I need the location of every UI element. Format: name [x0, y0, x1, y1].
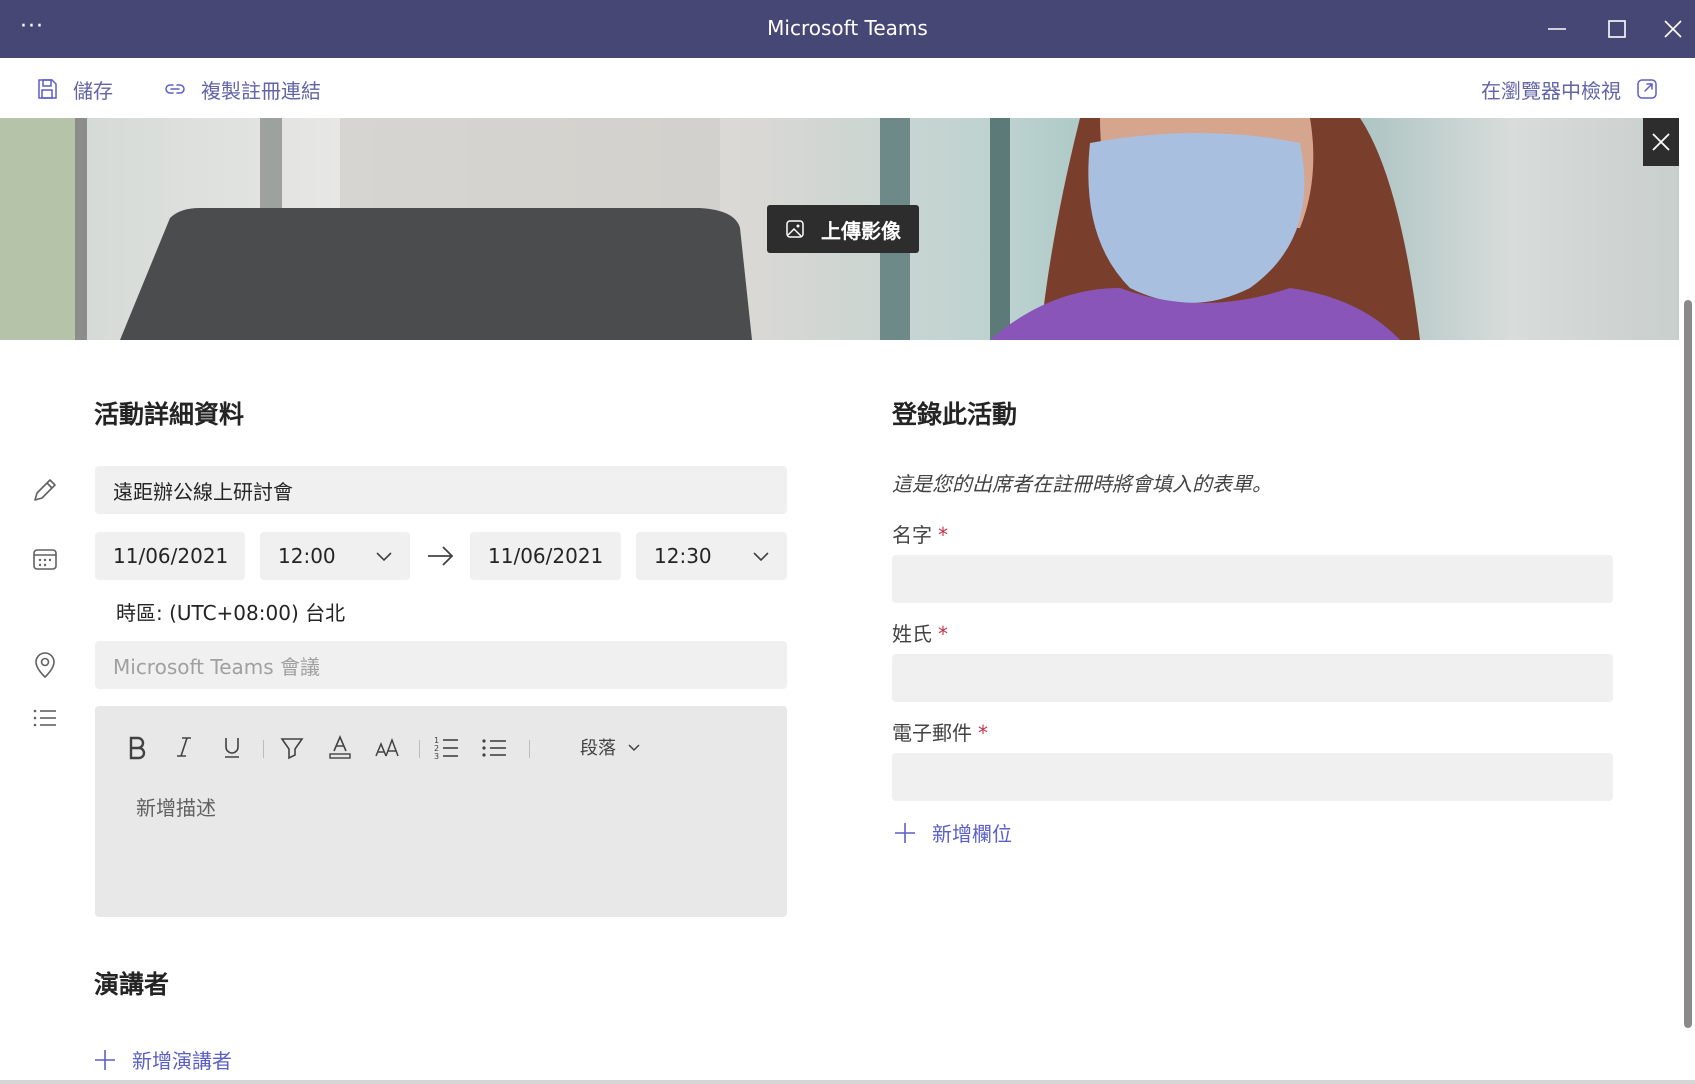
svg-text:3: 3 — [434, 752, 439, 761]
bottom-border — [0, 1080, 1695, 1084]
email-input[interactable] — [892, 753, 1613, 801]
location-input[interactable]: Microsoft Teams 會議 — [95, 641, 787, 689]
description-placeholder[interactable]: 新增描述 — [136, 792, 216, 821]
email-label: 電子郵件 * — [892, 721, 988, 745]
bulleted-list-icon — [482, 739, 506, 757]
required-marker: * — [938, 622, 948, 646]
minimize-icon — [1548, 28, 1566, 30]
copy-link-label: 複製註冊連結 — [201, 78, 321, 103]
timezone-label: 時區: (UTC+08:00) 台北 — [116, 601, 346, 625]
event-details-heading: 活動詳細資料 — [94, 400, 245, 429]
window-title: Microsoft Teams — [767, 16, 928, 40]
first-name-label: 名字 * — [892, 523, 948, 547]
upload-image-button[interactable]: 上傳影像 — [767, 205, 919, 253]
chevron-down-icon — [753, 552, 769, 562]
image-icon — [786, 220, 804, 238]
save-button[interactable]: 儲存 — [35, 74, 113, 104]
save-label: 儲存 — [73, 78, 113, 103]
copy-registration-link-button[interactable]: 複製註冊連結 — [163, 74, 321, 104]
description-editor[interactable]: 123 段落 新增描述 — [95, 706, 787, 917]
title-bar: ··· Microsoft Teams — [0, 0, 1695, 58]
start-date-input[interactable]: 11/06/2021 — [95, 532, 245, 580]
save-icon — [38, 79, 57, 99]
add-field-button[interactable]: 新增欄位 — [892, 818, 1012, 847]
open-external-icon — [1637, 79, 1657, 99]
numbered-list-icon: 123 — [434, 736, 458, 761]
highlight-button[interactable] — [275, 730, 309, 764]
plus-icon — [895, 822, 915, 843]
italic-icon — [177, 737, 191, 757]
registration-description: 這是您的出席者在註冊時將會填入的表單。 — [892, 472, 1272, 496]
minimize-button[interactable] — [1540, 12, 1574, 46]
last-name-input[interactable] — [892, 654, 1613, 702]
toolbar-separator — [529, 740, 530, 758]
list-icon — [30, 703, 60, 733]
maximize-icon — [1608, 20, 1626, 38]
underline-icon — [225, 738, 239, 758]
highlighter-icon — [280, 738, 304, 760]
underline-button[interactable] — [215, 730, 249, 764]
add-speaker-button[interactable]: 新增演講者 — [92, 1045, 232, 1074]
last-name-label: 姓氏 * — [892, 622, 948, 646]
close-button[interactable] — [1656, 12, 1690, 46]
end-time-select[interactable]: 12:30 — [636, 532, 787, 580]
end-time-value: 12:30 — [654, 544, 712, 568]
paragraph-style-dropdown[interactable]: 段落 — [580, 734, 642, 760]
upload-image-label: 上傳影像 — [821, 218, 901, 243]
first-name-input[interactable] — [892, 555, 1613, 603]
required-marker: * — [938, 523, 948, 547]
toolbar: 儲存 複製註冊連結 在瀏覽器中檢視 — [0, 58, 1695, 118]
link-icon — [165, 84, 185, 94]
paragraph-style-label: 段落 — [580, 738, 616, 759]
remove-banner-button[interactable] — [1643, 118, 1679, 166]
calendar-icon — [30, 544, 60, 574]
toolbar-separator — [419, 740, 420, 758]
plus-icon — [95, 1049, 115, 1070]
font-color-button[interactable] — [323, 730, 357, 764]
speakers-heading: 演講者 — [94, 970, 170, 999]
view-in-browser-button[interactable]: 在瀏覽器中檢視 — [1481, 74, 1659, 104]
start-time-value: 12:00 — [278, 544, 336, 568]
registration-heading: 登錄此活動 — [892, 400, 1018, 429]
location-icon — [30, 650, 60, 680]
required-marker: * — [978, 721, 988, 745]
chevron-down-icon — [628, 744, 640, 752]
bulleted-list-button[interactable] — [477, 730, 511, 764]
event-title-input[interactable]: 遠距辦公線上研討會 — [95, 466, 787, 514]
numbered-list-button[interactable]: 123 — [429, 730, 463, 764]
italic-button[interactable] — [167, 730, 201, 764]
add-field-label: 新增欄位 — [932, 822, 1012, 846]
bold-icon — [129, 736, 146, 760]
end-date-input[interactable]: 11/06/2021 — [470, 532, 621, 580]
toolbar-separator — [263, 740, 264, 758]
font-color-icon — [329, 734, 351, 759]
start-time-select[interactable]: 12:00 — [260, 532, 410, 580]
add-speaker-label: 新增演講者 — [132, 1049, 232, 1073]
font-size-button[interactable] — [371, 730, 405, 764]
view-in-browser-label: 在瀏覽器中檢視 — [1481, 78, 1621, 103]
arrow-right-icon — [428, 546, 454, 566]
close-icon — [1652, 133, 1670, 151]
font-size-icon — [375, 737, 399, 757]
close-icon — [1664, 20, 1682, 38]
bold-button[interactable] — [119, 730, 153, 764]
vertical-scrollbar[interactable] — [1684, 300, 1692, 1028]
pencil-icon — [30, 475, 60, 505]
chevron-down-icon — [376, 552, 392, 562]
maximize-button[interactable] — [1600, 12, 1634, 46]
